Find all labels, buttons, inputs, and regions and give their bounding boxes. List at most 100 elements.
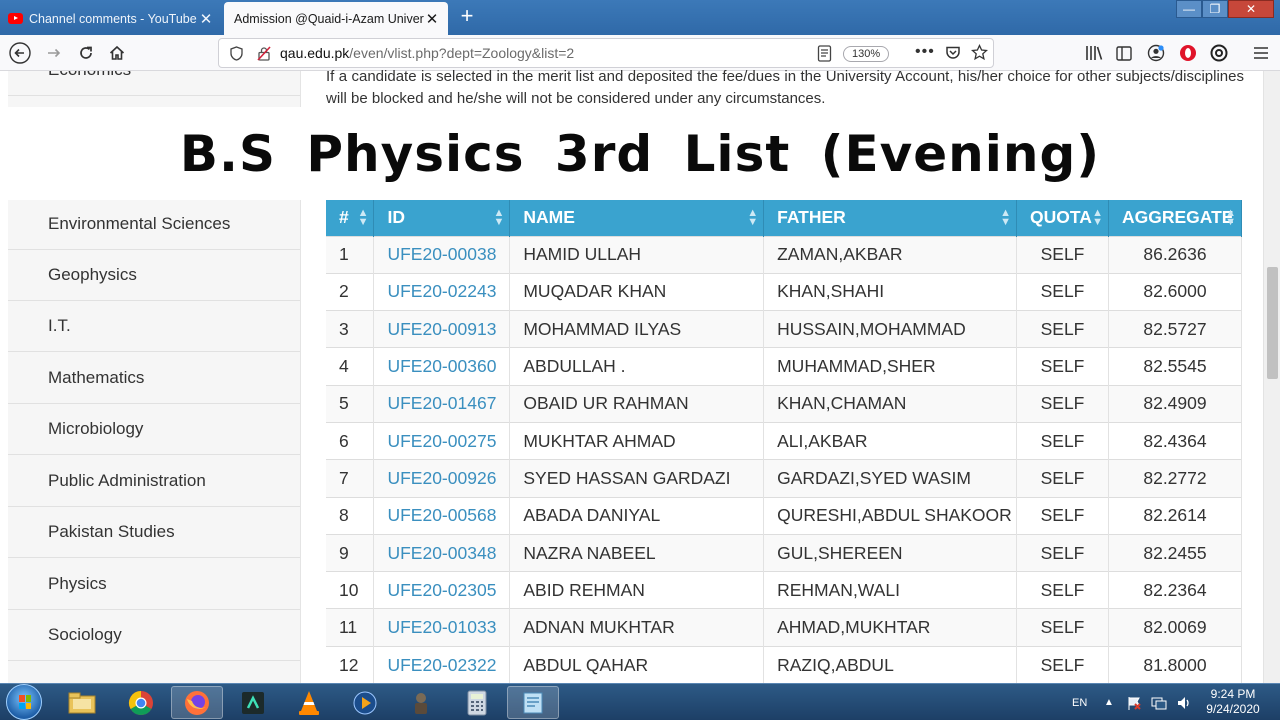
calculator-taskbar-icon[interactable]: [451, 686, 503, 719]
candidate-id-link[interactable]: UFE20-00038: [373, 235, 511, 274]
sort-arrows-icon[interactable]: ▲ ▼: [1000, 208, 1011, 228]
home-icon[interactable]: [103, 39, 131, 67]
filmora-taskbar-icon[interactable]: [227, 686, 279, 719]
window-close-button[interactable]: ✕: [1228, 0, 1274, 18]
volume-icon[interactable]: [1176, 684, 1192, 720]
forward-arrow-icon[interactable]: [40, 39, 68, 67]
candidate-id-link[interactable]: UFE20-02322: [373, 645, 511, 684]
column-header-id[interactable]: ID ▲ ▼: [373, 200, 511, 236]
window-minimize-button[interactable]: —: [1176, 0, 1202, 18]
window-maximize-button[interactable]: ❐: [1202, 0, 1228, 18]
sort-arrows-icon[interactable]: ▲ ▼: [1092, 208, 1103, 228]
sort-arrows-icon[interactable]: ▲ ▼: [493, 208, 504, 228]
candidate-id-link[interactable]: UFE20-00360: [373, 347, 511, 386]
column-header-number[interactable]: # ▲ ▼: [326, 200, 375, 236]
sidebar-item-label: I.T.: [48, 316, 71, 335]
sidebar-item-microbiology[interactable]: Microbiology: [8, 404, 300, 455]
sidebar-item-physics[interactable]: Physics: [8, 559, 300, 610]
aggregate: 82.2614: [1108, 496, 1243, 535]
action-center-flag-icon[interactable]: [1126, 684, 1142, 720]
table-row: 12 UFE20-02322 ABDUL QAHAR RAZIQ,ABDUL SELF 8…: [326, 645, 1243, 684]
language-indicator[interactable]: EN: [1072, 684, 1087, 720]
candidate-name: ADNAN MUKHTAR: [509, 608, 765, 647]
sidebar-item-it[interactable]: I.T.: [8, 301, 300, 352]
account-icon[interactable]: [1146, 44, 1166, 62]
candidate-id-link[interactable]: UFE20-00568: [373, 496, 511, 535]
column-header-aggregate[interactable]: AGGREGATE ▲ ▼: [1108, 200, 1243, 236]
sidebar-item-mathematics[interactable]: Mathematics: [8, 353, 300, 404]
father-name: KHAN,SHAHI: [763, 272, 1018, 311]
quota: SELF: [1016, 496, 1109, 535]
merit-list-notice: If a candidate is selected in the merit …: [326, 68, 1244, 107]
system-clock[interactable]: 9:24 PM 9/24/2020: [1200, 687, 1266, 717]
candidate-id-link[interactable]: UFE20-00926: [373, 459, 511, 498]
sidebar-item-geophysics[interactable]: Geophysics: [8, 250, 300, 301]
youtube-icon: [8, 13, 23, 24]
windows-taskbar: EN ▲ 9:24 PM 9/24/2020: [0, 683, 1280, 720]
sidebar-item-environmental-sciences[interactable]: Environmental Sciences: [8, 199, 300, 250]
start-button[interactable]: [6, 684, 42, 720]
row-number: 3: [326, 310, 375, 348]
sync-extension-icon[interactable]: [1209, 44, 1229, 62]
pocket-icon[interactable]: [945, 45, 961, 64]
tab-label: Admission @Quaid-i-Azam Univers: [234, 11, 424, 26]
opera-extension-icon[interactable]: [1178, 44, 1198, 62]
candidate-id-link[interactable]: UFE20-01033: [373, 608, 511, 647]
sort-arrows-icon[interactable]: ▲ ▼: [747, 208, 758, 228]
sidebar-item-public-administration[interactable]: Public Administration: [8, 456, 300, 507]
quota: SELF: [1016, 571, 1109, 609]
sort-arrows-icon[interactable]: ▲ ▼: [358, 208, 369, 228]
column-header-quota[interactable]: QUOTA ▲ ▼: [1016, 200, 1109, 236]
sidebar-item-label: Public Administration: [48, 471, 206, 490]
media-player-taskbar-icon[interactable]: [339, 686, 391, 719]
tab-close-icon[interactable]: ✕: [198, 10, 214, 28]
aggregate: 82.2772: [1108, 459, 1243, 498]
sidebar-item-sociology[interactable]: Sociology: [8, 610, 300, 661]
aggregate: 82.2364: [1108, 571, 1243, 609]
reload-icon[interactable]: [72, 39, 100, 67]
back-arrow-icon[interactable]: [6, 39, 34, 67]
sidebar-toggle-icon[interactable]: [1114, 44, 1134, 62]
page-actions-menu-icon[interactable]: •••: [915, 43, 935, 61]
chrome-taskbar-icon[interactable]: [115, 686, 167, 719]
row-number: 11: [326, 608, 375, 647]
tab-admission[interactable]: Admission @Quaid-i-Azam Univers ✕: [224, 2, 448, 35]
tab-close-icon[interactable]: ✕: [424, 10, 440, 28]
game-taskbar-icon[interactable]: [395, 686, 447, 719]
reader-view-icon[interactable]: [817, 45, 832, 65]
candidate-name: HAMID ULLAH: [509, 235, 765, 274]
candidate-id-link[interactable]: UFE20-02305: [373, 571, 511, 609]
browser-tab-bar: Channel comments - YouTube S ✕ Admission…: [0, 0, 1280, 35]
address-bar[interactable]: qau.edu.pk/even/vlist.php?dept=Zoology&l…: [218, 38, 994, 68]
aggregate: 81.8000: [1108, 645, 1243, 684]
candidate-id-link[interactable]: UFE20-00913: [373, 310, 511, 348]
network-icon[interactable]: [1150, 684, 1168, 720]
sort-arrows-icon[interactable]: ▲ ▼: [1225, 208, 1236, 228]
vlc-taskbar-icon[interactable]: [283, 686, 335, 719]
tab-youtube-comments[interactable]: Channel comments - YouTube S ✕: [0, 2, 222, 35]
firefox-taskbar-icon[interactable]: [171, 686, 223, 719]
show-hidden-icons-arrow-icon[interactable]: ▲: [1104, 684, 1114, 720]
father-name: RAZIQ,ABDUL: [763, 645, 1018, 684]
zoom-level[interactable]: 130%: [843, 46, 890, 62]
insecure-lock-icon[interactable]: [255, 45, 273, 61]
shield-icon[interactable]: [227, 45, 245, 61]
candidate-id-link[interactable]: UFE20-00348: [373, 533, 511, 572]
notes-taskbar-icon[interactable]: [507, 686, 559, 719]
hamburger-menu-icon[interactable]: [1251, 44, 1271, 62]
bookmark-star-icon[interactable]: [970, 43, 989, 64]
file-explorer-taskbar-icon[interactable]: [56, 686, 108, 719]
page-scrollbar[interactable]: [1263, 71, 1280, 683]
table-row: 7 UFE20-00926 SYED HASSAN GARDAZI GARDAZI,S…: [326, 459, 1243, 498]
candidate-id-link[interactable]: UFE20-02243: [373, 272, 511, 311]
new-tab-plus-icon[interactable]: +: [455, 4, 479, 28]
column-header-name[interactable]: NAME ▲ ▼: [509, 200, 765, 236]
column-header-father[interactable]: FATHER ▲ ▼: [763, 200, 1018, 236]
quota: SELF: [1016, 310, 1109, 348]
scrollbar-thumb[interactable]: [1267, 267, 1278, 379]
sidebar-item-economics[interactable]: Economics: [8, 71, 300, 96]
library-icon[interactable]: [1084, 44, 1104, 62]
candidate-id-link[interactable]: UFE20-00275: [373, 421, 511, 460]
candidate-id-link[interactable]: UFE20-01467: [373, 384, 511, 423]
sidebar-item-pakistan-studies[interactable]: Pakistan Studies: [8, 507, 300, 558]
